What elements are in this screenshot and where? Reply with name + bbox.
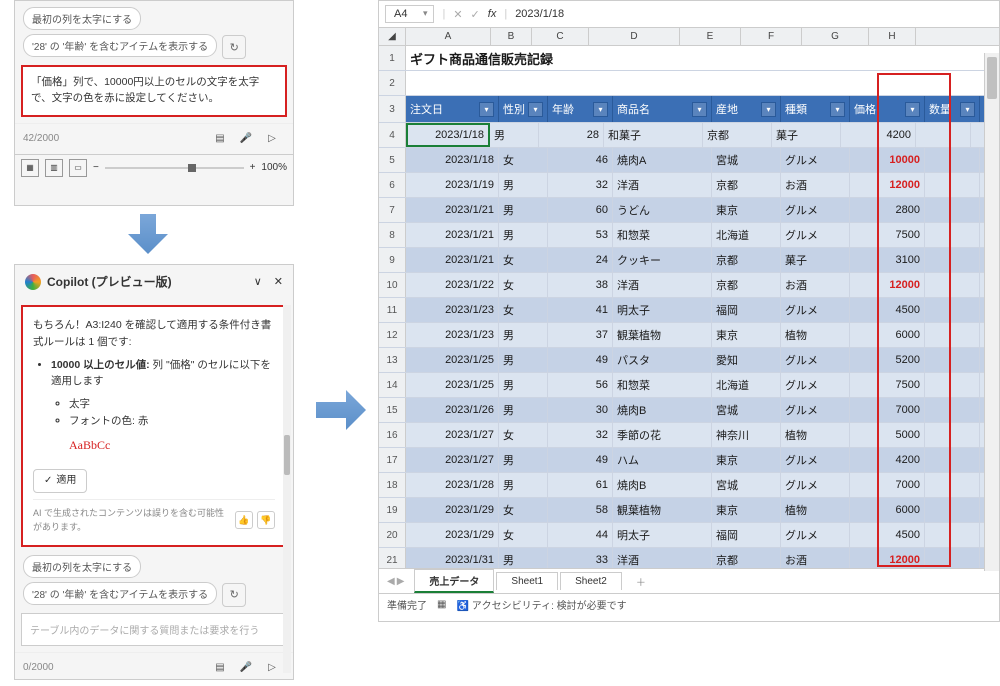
disclaimer-text: AI で生成されたコンテンツは誤りを含む可能性があります。 <box>33 506 229 535</box>
thumbs-down-icon[interactable]: 👎 <box>257 511 275 529</box>
add-sheet-icon[interactable]: ＋ <box>636 574 646 589</box>
prompt-input[interactable]: テーブル内のデータに関する質問または要求を行う <box>21 613 287 646</box>
table-row[interactable]: 182023/1/28男61焼肉B宮城グルメ7000 <box>379 473 999 498</box>
sheet-tab-active[interactable]: 売上データ <box>414 569 494 593</box>
excel-grid: A4 | ✕ ✓ fx | 2023/1/18 ◢ A B C D E F G … <box>378 0 1000 622</box>
suggestion-chip[interactable]: 最初の列を太字にする <box>23 555 141 578</box>
table-row[interactable]: 132023/1/25男49パスタ愛知グルメ5200 <box>379 348 999 373</box>
scrollbar-vertical[interactable] <box>984 53 999 571</box>
table-header[interactable]: 数量▾ <box>925 96 980 122</box>
name-box[interactable]: A4 <box>385 5 434 23</box>
apply-button[interactable]: ✓ 適用 <box>33 469 87 493</box>
table-row[interactable]: 72023/1/21男60うどん東京グルメ2800 <box>379 198 999 223</box>
mic-icon[interactable]: 🎤 <box>235 128 257 150</box>
refresh-icon[interactable]: ↻ <box>222 35 246 59</box>
table-header[interactable]: 価格▾ <box>850 96 925 122</box>
sheet-tab[interactable]: Sheet2 <box>560 572 622 590</box>
table-row[interactable]: 82023/1/21男53和惣菜北海道グルメ7500 <box>379 223 999 248</box>
char-counter: 0/2000 <box>23 662 54 673</box>
fx-icon[interactable]: fx <box>488 8 497 20</box>
col-header[interactable]: G <box>802 28 869 45</box>
table-row[interactable]: 202023/1/29女44明太子福岡グルメ4500 <box>379 523 999 548</box>
attach-icon[interactable]: ▤ <box>209 657 231 679</box>
refresh-icon[interactable]: ↻ <box>222 583 246 607</box>
filter-icon[interactable]: ▾ <box>761 102 776 117</box>
send-icon[interactable]: ▷ <box>261 128 283 150</box>
table-row[interactable]: 162023/1/27女32季節の花神奈川植物5000 <box>379 423 999 448</box>
filter-icon[interactable]: ▾ <box>692 102 707 117</box>
table-row[interactable]: 192023/1/29女58観葉植物東京植物6000 <box>379 498 999 523</box>
arrow-down-icon <box>128 214 168 254</box>
col-header[interactable]: A <box>406 28 491 45</box>
enter-icon[interactable]: ✓ <box>471 8 480 21</box>
col-header[interactable]: E <box>680 28 741 45</box>
column-headers: ◢ A B C D E F G H <box>379 28 999 46</box>
send-icon[interactable]: ▷ <box>261 657 283 679</box>
filter-icon[interactable]: ▾ <box>528 102 543 117</box>
view-normal-icon[interactable]: ▦ <box>21 159 39 177</box>
mic-icon[interactable]: 🎤 <box>235 657 257 679</box>
view-pagelayout-icon[interactable]: ▥ <box>45 159 63 177</box>
table-row[interactable]: 102023/1/22女38洋酒京都お酒12000 <box>379 273 999 298</box>
table-header[interactable]: 産地▾ <box>712 96 781 122</box>
copilot-message: もちろん！A3:I240 を確認して適用する条件付き書式ルールは 1 個です: … <box>21 305 287 547</box>
prompt-input[interactable]: 「価格」列で、10000円以上のセルの文字を太字で、文字の色を赤に設定してくださ… <box>21 65 287 117</box>
col-header[interactable]: H <box>869 28 916 45</box>
zoom-level: 100% <box>261 162 287 173</box>
filter-icon[interactable]: ▾ <box>905 102 920 117</box>
arrow-right-icon <box>316 390 366 430</box>
status-ready: 準備完了 <box>387 597 427 612</box>
expand-icon[interactable]: ∨ <box>254 275 262 288</box>
suggestion-chip[interactable]: 最初の列を太字にする <box>23 7 141 30</box>
table-row[interactable]: 42023/1/18男28和菓子京都菓子4200 <box>379 123 999 148</box>
suggestion-chip[interactable]: '28' の '年齢' を含むアイテムを表示する <box>23 582 217 605</box>
table-row[interactable]: 212023/1/31男33洋酒京都お酒12000 <box>379 548 999 568</box>
table-header[interactable]: 種類▾ <box>781 96 850 122</box>
formula-bar[interactable]: 2023/1/18 <box>515 8 993 20</box>
tab-prev-icon[interactable]: ◀ <box>387 576 395 587</box>
close-icon[interactable]: ✕ <box>274 275 283 288</box>
cancel-icon[interactable]: ✕ <box>453 8 462 21</box>
tab-next-icon[interactable]: ▶ <box>397 576 405 587</box>
table-row[interactable]: 122023/1/23男37観葉植物東京植物6000 <box>379 323 999 348</box>
table-row[interactable]: 62023/1/19男32洋酒京都お酒12000 <box>379 173 999 198</box>
table-row[interactable]: 142023/1/25男56和惣菜北海道グルメ7500 <box>379 373 999 398</box>
table-header[interactable]: 性別▾ <box>499 96 548 122</box>
copilot-title: Copilot (プレビュー版) <box>47 273 172 290</box>
select-all-corner[interactable]: ◢ <box>379 28 406 45</box>
table-row[interactable]: 112023/1/23女41明太子福岡グルメ4500 <box>379 298 999 323</box>
copilot-logo-icon <box>25 274 41 290</box>
thumbs-up-icon[interactable]: 👍 <box>235 511 253 529</box>
table-row[interactable]: 52023/1/18女46焼肉A宮城グルメ10000 <box>379 148 999 173</box>
col-header[interactable]: C <box>532 28 589 45</box>
accessibility-status[interactable]: ♿ アクセシビリティ: 検討が必要です <box>456 597 626 612</box>
table-row[interactable]: 152023/1/26男30焼肉B宮城グルメ7000 <box>379 398 999 423</box>
col-header[interactable]: F <box>741 28 802 45</box>
table-header[interactable]: 商品名▾ <box>613 96 712 122</box>
filter-icon[interactable]: ▾ <box>830 102 845 117</box>
sheet-tab[interactable]: Sheet1 <box>496 572 558 590</box>
col-header[interactable]: D <box>589 28 680 45</box>
macro-icon[interactable]: ▦ <box>437 599 446 610</box>
filter-icon[interactable]: ▾ <box>479 102 494 117</box>
filter-icon[interactable]: ▾ <box>960 102 975 117</box>
scrollbar[interactable] <box>283 305 291 673</box>
zoom-slider[interactable] <box>105 167 244 169</box>
view-pagebreak-icon[interactable]: ▭ <box>69 159 87 177</box>
table-row[interactable]: 92023/1/21女24クッキー京都菓子3100 <box>379 248 999 273</box>
char-counter: 42/2000 <box>23 133 59 144</box>
copilot-panel-response: Copilot (プレビュー版) ∨ ✕ もちろん！A3:I240 を確認して適… <box>14 264 294 680</box>
col-header[interactable]: B <box>491 28 532 45</box>
attach-icon[interactable]: ▤ <box>209 128 231 150</box>
zoom-out-icon[interactable]: − <box>93 162 99 173</box>
table-header[interactable]: 注文日▾ <box>406 96 499 122</box>
zoom-in-icon[interactable]: + <box>250 162 256 173</box>
copilot-panel-top: 最初の列を太字にする '28' の '年齢' を含むアイテムを表示する ↻ 「価… <box>14 0 294 206</box>
suggestion-chip[interactable]: '28' の '年齢' を含むアイテムを表示する <box>23 34 217 57</box>
table-header[interactable]: 年齢▾ <box>548 96 613 122</box>
format-sample: AaBbCc <box>69 436 275 455</box>
table-row[interactable]: 172023/1/27男49ハム東京グルメ4200 <box>379 448 999 473</box>
filter-icon[interactable]: ▾ <box>593 102 608 117</box>
